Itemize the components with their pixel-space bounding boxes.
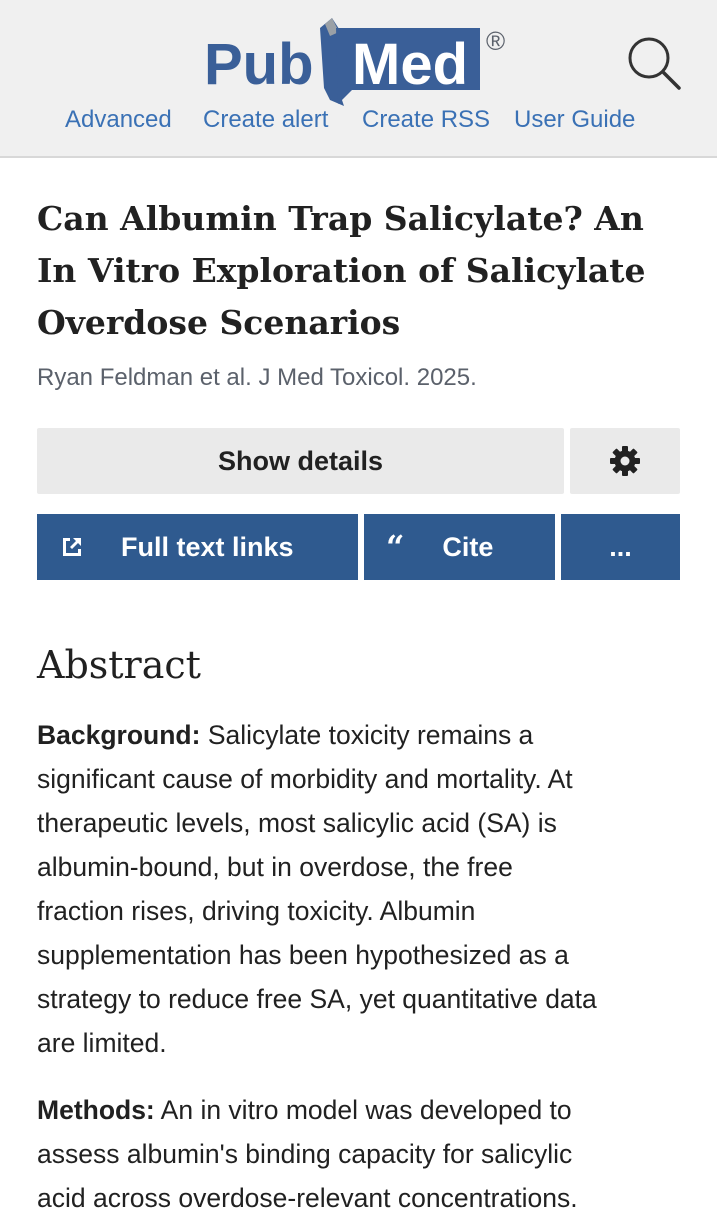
cite-button[interactable]: “ Cite	[364, 514, 555, 580]
cite-label: Cite	[442, 531, 494, 562]
pubmed-logo[interactable]: Pub Med ®	[204, 10, 514, 106]
show-details-button[interactable]: Show details	[37, 428, 564, 494]
more-actions-button[interactable]: ...	[561, 514, 680, 580]
full-text-links-button[interactable]: Full text links	[37, 514, 358, 580]
abstract-background: Background: Salicylate toxicity remains …	[37, 720, 597, 1058]
methods-label: Methods:	[37, 1095, 155, 1125]
logo-med-text: Med	[352, 32, 468, 97]
nav-create-rss[interactable]: Create RSS	[362, 106, 490, 134]
site-header: Pub Med ® Advanced Create alert Create R…	[0, 0, 717, 158]
nav-advanced[interactable]: Advanced	[65, 106, 172, 134]
full-text-links-label: Full text links	[121, 531, 294, 562]
abstract-heading: Abstract	[37, 643, 201, 687]
quote-icon: “	[386, 528, 405, 566]
search-icon	[628, 37, 681, 90]
header-nav: Advanced Create alert Create RSS User Gu…	[0, 106, 717, 142]
article-title: Can Albumin Trap Salicylate? An In Vitro…	[37, 199, 646, 342]
nav-user-guide[interactable]: User Guide	[514, 106, 635, 134]
display-options-button[interactable]	[570, 428, 680, 494]
logo-pub-text: Pub	[204, 32, 314, 97]
background-label: Background:	[37, 720, 201, 750]
gear-icon	[610, 446, 640, 476]
nav-create-alert[interactable]: Create alert	[203, 106, 328, 134]
article-citation-line[interactable]: Ryan Feldman et al. J Med Toxicol. 2025.	[37, 364, 477, 392]
abstract-methods: Methods: An in vitro model was developed…	[37, 1095, 578, 1213]
search-button[interactable]	[624, 34, 684, 94]
logo-registered-mark: ®	[486, 26, 505, 56]
external-link-icon	[63, 538, 81, 556]
